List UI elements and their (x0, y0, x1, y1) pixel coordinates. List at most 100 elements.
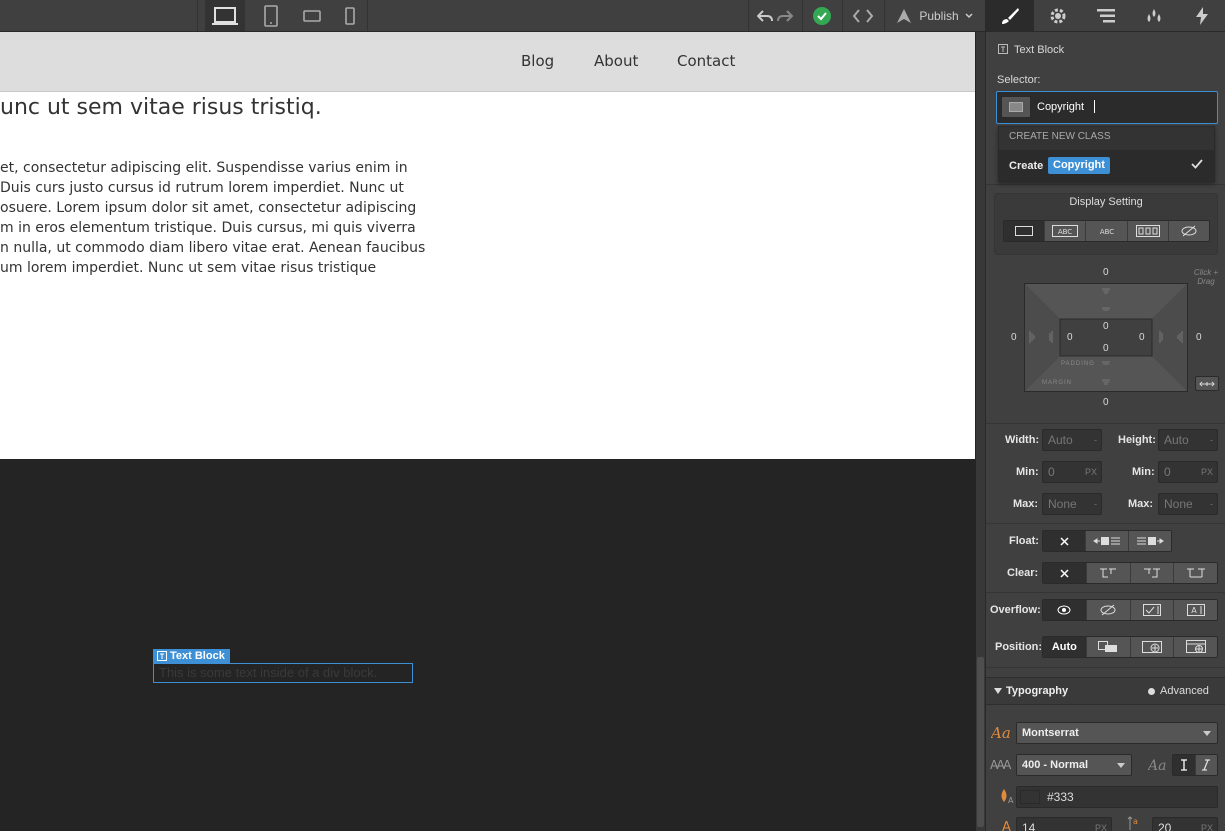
tab-navigator[interactable] (1082, 0, 1130, 31)
margin-bottom-value[interactable]: 0 (1103, 397, 1109, 408)
site-heading[interactable]: unc ut sem vitae risus tristiq. (0, 95, 322, 120)
margin-right-value[interactable]: 0 (1196, 332, 1202, 343)
redo-icon (777, 9, 793, 22)
site-content-section[interactable]: unc ut sem vitae risus tristiq. et, cons… (0, 92, 975, 459)
box-model-expand-button[interactable] (1195, 376, 1219, 391)
paragraph-line[interactable]: osuere. Lorem ipsum dolor sit amet, cons… (0, 200, 416, 216)
redo-button[interactable] (775, 0, 795, 31)
margin-top-value[interactable]: 0 (1103, 267, 1109, 278)
overflow-auto-button[interactable]: A (1174, 600, 1217, 620)
nav-link-blog[interactable]: Blog (521, 52, 554, 70)
canvas-scrollbar[interactable] (976, 32, 985, 831)
overflow-scroll-button[interactable] (1130, 600, 1175, 620)
scrollbar-thumb[interactable] (977, 657, 984, 827)
clear-left-button[interactable] (1086, 563, 1131, 583)
tablet-icon (264, 4, 278, 27)
typography-label: Typography (1006, 685, 1069, 697)
site-navbar[interactable]: Blog About Contact (0, 32, 975, 92)
create-class-option[interactable]: Create Copyright (999, 150, 1214, 181)
publish-button[interactable]: Publish (890, 0, 978, 31)
display-inline-block-button[interactable]: ABC (1045, 221, 1087, 241)
display-setting-label: Display Setting (1069, 196, 1143, 208)
clear-options (1042, 562, 1218, 584)
margin-left-value[interactable]: 0 (1011, 332, 1017, 343)
float-right-button[interactable] (1129, 531, 1171, 551)
padding-right-value[interactable]: 0 (1139, 332, 1145, 343)
selector-input[interactable]: Copyright (996, 91, 1218, 124)
min-width-input[interactable]: 0 PX (1042, 461, 1102, 483)
font-style-italic-button[interactable] (1195, 755, 1217, 775)
float-none-button[interactable] (1043, 531, 1086, 551)
paragraph-line[interactable]: Duis curs justo cursus id rutrum lorem i… (0, 180, 404, 196)
display-inline-button[interactable]: ABC (1086, 221, 1128, 241)
overflow-options: A (1042, 599, 1218, 621)
design-canvas[interactable]: Blog About Contact unc ut sem vitae risu… (0, 32, 976, 831)
font-weight-select[interactable]: 400 - Normal (1016, 754, 1132, 776)
code-export-button[interactable] (848, 0, 878, 31)
min-height-input[interactable]: 0 PX (1158, 461, 1218, 483)
padding-top-value[interactable]: 0 (1103, 321, 1109, 332)
tab-style[interactable] (986, 0, 1034, 31)
tab-swatches[interactable] (1130, 0, 1178, 31)
color-swatch[interactable] (1020, 790, 1040, 804)
color-input[interactable]: #333 (1016, 786, 1218, 808)
float-left-button[interactable] (1086, 531, 1129, 551)
paragraph-line[interactable]: m in eros elementum tristique. Duis curs… (0, 220, 416, 236)
tab-interactions[interactable] (1178, 0, 1225, 31)
clear-both-button[interactable] (1174, 563, 1217, 583)
max-width-input[interactable]: None - (1042, 493, 1102, 515)
font-size-input[interactable]: 14 PX (1016, 817, 1112, 831)
position-relative-button[interactable] (1086, 637, 1131, 657)
line-height-input[interactable]: 20 PX (1152, 817, 1218, 831)
overflow-hidden-button[interactable] (1086, 600, 1131, 620)
selected-text-block[interactable]: This is some text inside of a div block. (153, 663, 413, 683)
padding-bottom-value[interactable]: 0 (1103, 343, 1109, 354)
clear-right-button[interactable] (1130, 563, 1175, 583)
max-height-label: Max: (1128, 498, 1154, 510)
paragraph-line[interactable]: et, consectetur adipiscing elit. Suspend… (0, 160, 408, 176)
padding-left-value[interactable]: 0 (1067, 332, 1073, 343)
height-input[interactable]: Auto - (1158, 429, 1218, 451)
display-inline-icon: ABC (1099, 228, 1113, 236)
selector-value[interactable]: Copyright (1037, 101, 1084, 113)
overflow-visible-button[interactable] (1043, 600, 1087, 620)
landscape-phone-view-button[interactable] (294, 0, 330, 31)
tablet-view-button[interactable] (253, 0, 289, 31)
box-model-editor[interactable] (1024, 283, 1188, 392)
svg-text:A: A (1002, 820, 1011, 831)
portrait-phone-view-button[interactable] (334, 0, 366, 31)
position-auto-button[interactable]: Auto (1043, 637, 1087, 657)
save-status-indicator[interactable] (808, 0, 836, 31)
chevron-down-icon (965, 12, 973, 18)
nav-link-about[interactable]: About (594, 52, 638, 70)
clear-label: Clear: (1007, 567, 1039, 579)
tab-settings[interactable] (1034, 0, 1082, 31)
desktop-view-button[interactable] (205, 0, 245, 31)
svg-text:A: A (1191, 606, 1197, 615)
max-width-label: Max: (1013, 498, 1039, 510)
display-flex-button[interactable] (1127, 221, 1169, 241)
eye-icon (1057, 605, 1071, 615)
nav-link-contact[interactable]: Contact (677, 52, 735, 70)
svg-text:Aa: Aa (991, 724, 1011, 740)
new-class-chip: Copyright (1048, 157, 1110, 174)
display-options: ABC ABC (1003, 220, 1210, 242)
position-options: Auto (1042, 636, 1218, 658)
display-none-button[interactable] (1168, 221, 1209, 241)
display-block-button[interactable] (1004, 221, 1046, 241)
paragraph-line[interactable]: um lorem imperdiet. Nunc ut sem vitae ri… (0, 260, 376, 276)
width-input[interactable]: Auto - (1042, 429, 1102, 451)
undo-button[interactable] (755, 0, 775, 31)
caret-down-icon (994, 688, 1002, 694)
position-fixed-button[interactable] (1174, 637, 1217, 657)
min-width-label: Min: (1016, 466, 1039, 478)
max-height-input[interactable]: None - (1158, 493, 1218, 515)
position-absolute-button[interactable] (1130, 637, 1175, 657)
paragraph-line[interactable]: n nulla, ut commodo diam libero vitae er… (0, 240, 425, 256)
create-label: Create (1009, 160, 1044, 172)
font-family-select[interactable]: Montserrat (1016, 722, 1218, 744)
typography-section-header[interactable]: Typography Advanced (986, 677, 1225, 705)
clear-none-button[interactable] (1043, 563, 1087, 583)
font-style-normal-button[interactable] (1173, 755, 1196, 775)
advanced-toggle[interactable]: Advanced (1148, 685, 1209, 697)
